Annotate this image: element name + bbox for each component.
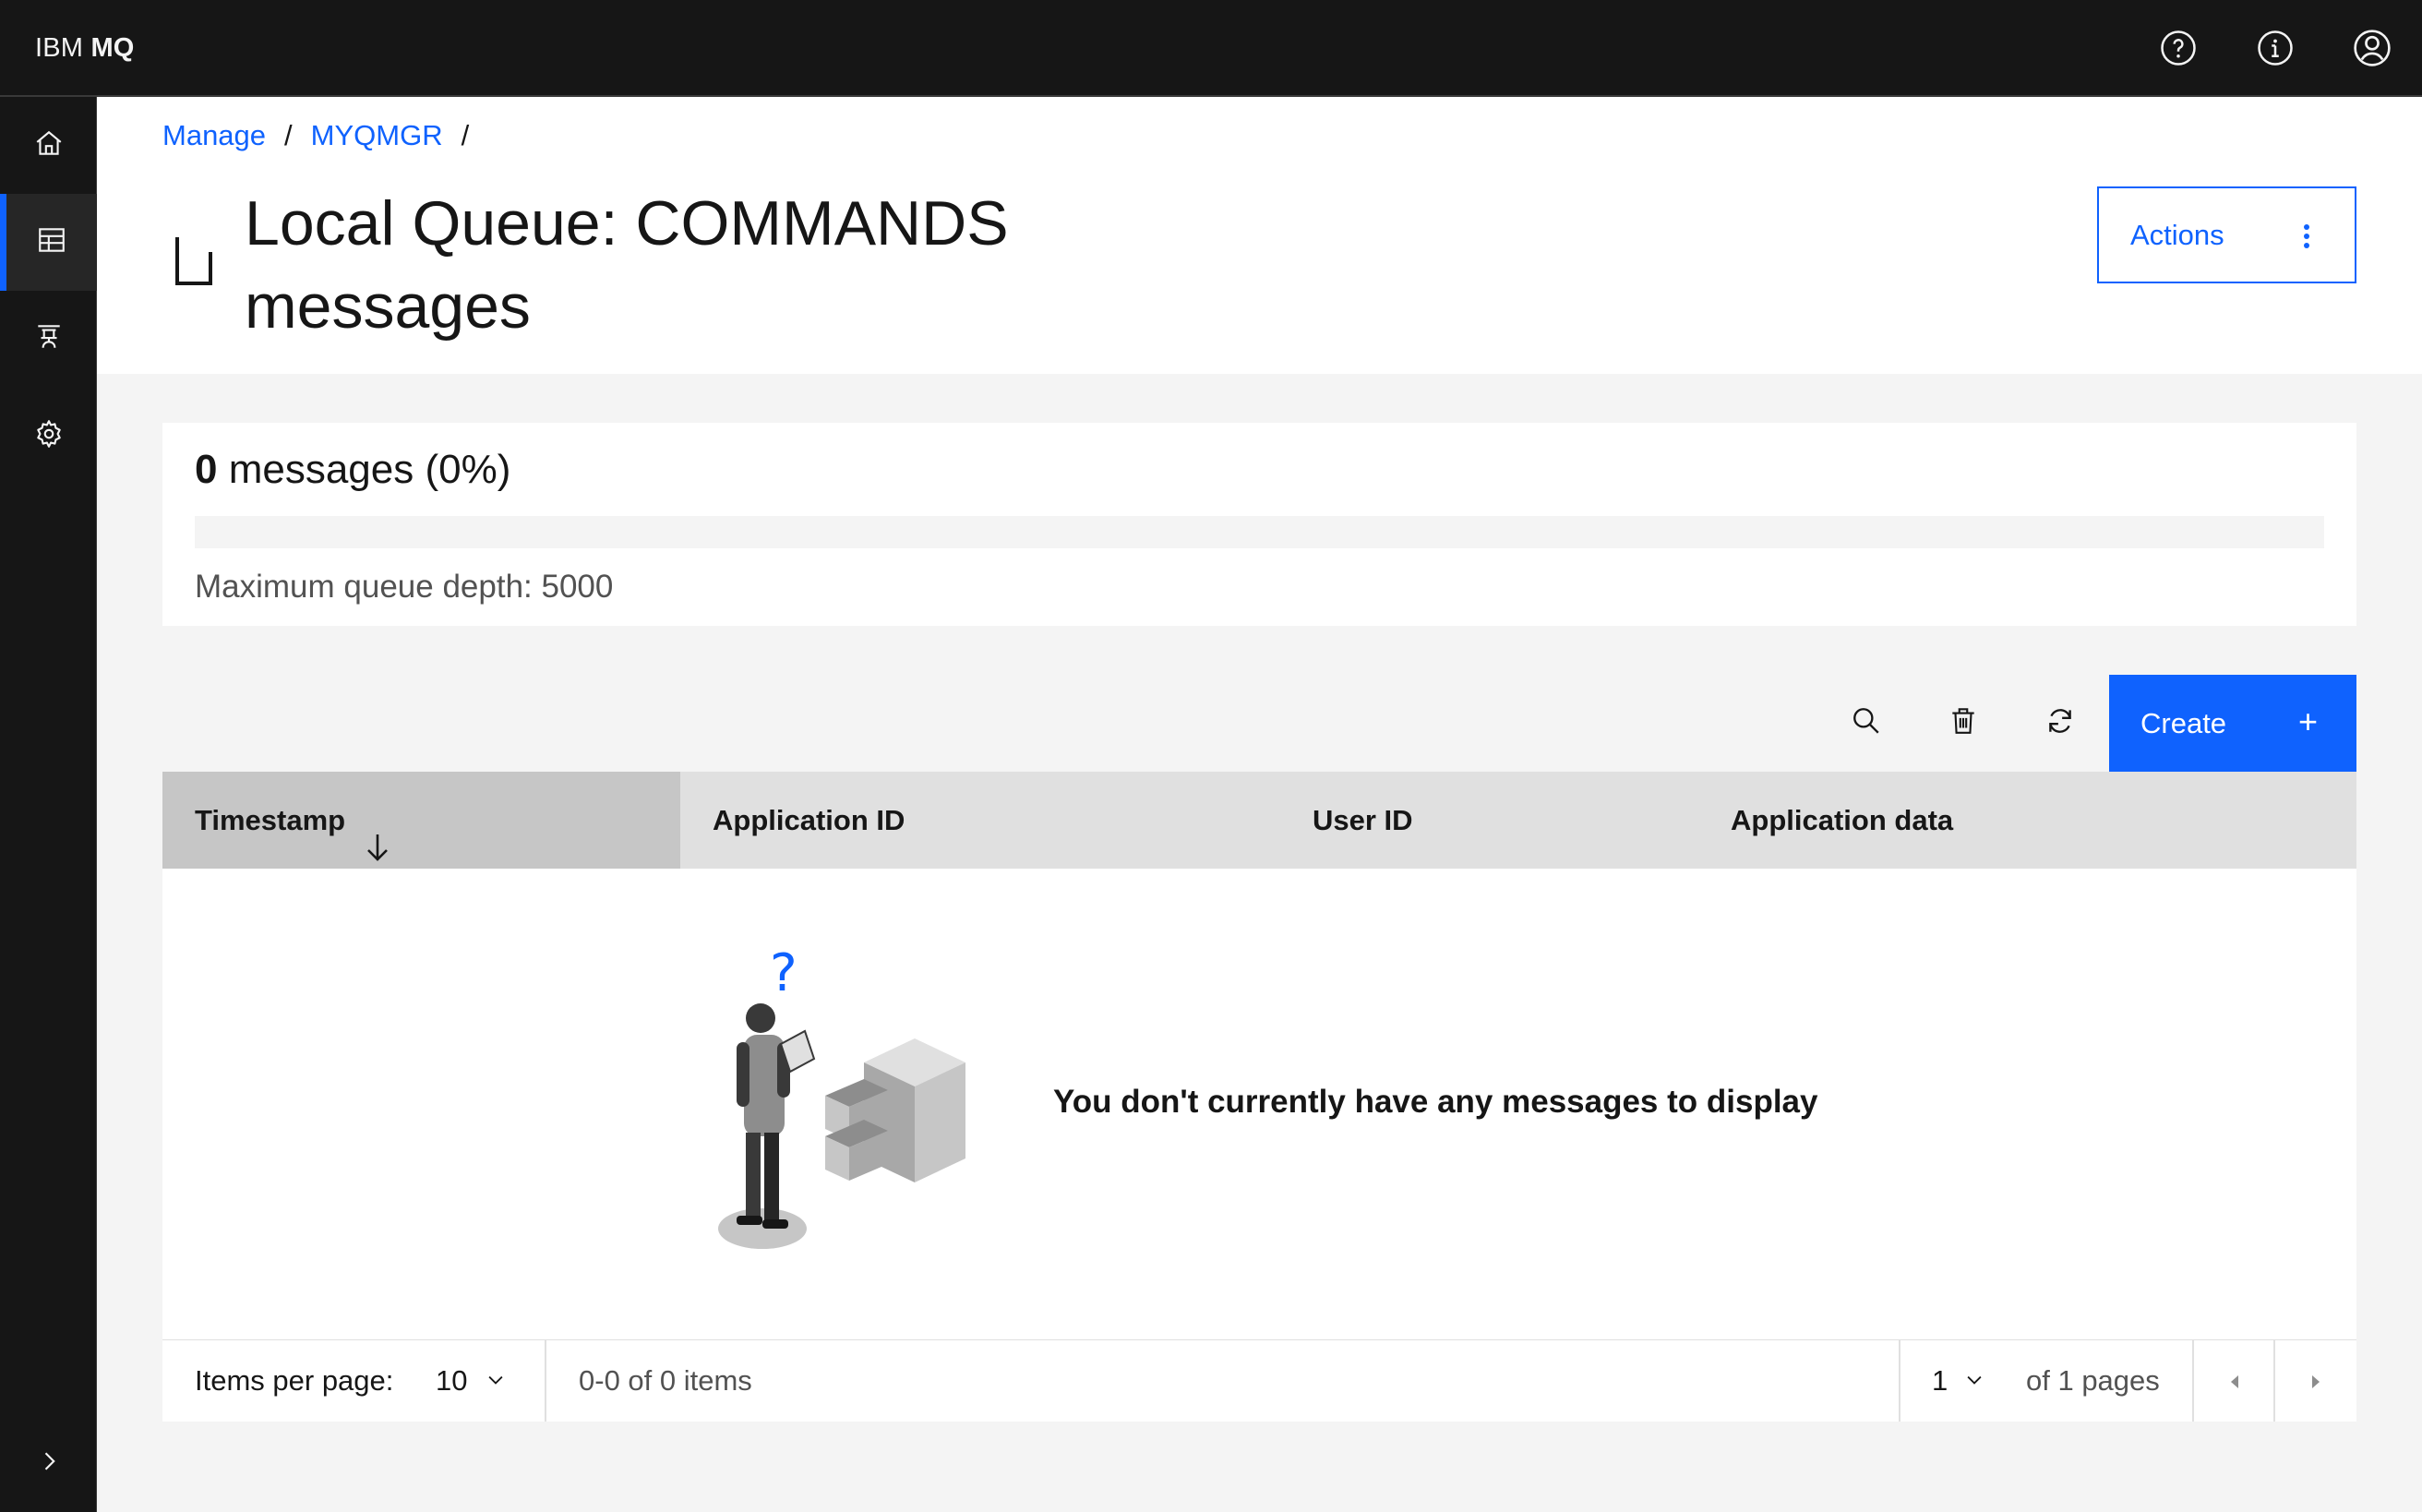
message-count-suffix: messages (0%) bbox=[217, 447, 511, 492]
caret-left-icon bbox=[2227, 1364, 2242, 1398]
column-label: Application ID bbox=[713, 804, 905, 836]
table-icon bbox=[36, 224, 67, 260]
trash-icon bbox=[1948, 705, 1979, 741]
queue-depth-card: 0 messages (0%) Maximum queue depth: 500… bbox=[162, 423, 2356, 626]
overflow-menu-icon bbox=[2303, 223, 2310, 257]
rail-item-settings[interactable] bbox=[0, 388, 97, 485]
create-button[interactable]: Create + bbox=[2109, 675, 2356, 772]
message-count: 0 messages (0%) bbox=[195, 447, 510, 493]
message-count-value: 0 bbox=[195, 447, 218, 492]
gear-icon bbox=[33, 418, 65, 454]
empty-state: ? You don't currently have any messages … bbox=[162, 869, 2356, 1340]
column-label: User ID bbox=[1313, 804, 1413, 836]
max-queue-depth: Maximum queue depth: 5000 bbox=[195, 569, 614, 605]
app-brand[interactable]: IBM MQ bbox=[35, 0, 135, 97]
delete-button[interactable] bbox=[1914, 675, 2011, 772]
column-header-application-data[interactable]: Application data bbox=[1698, 772, 2356, 869]
user-avatar-icon[interactable] bbox=[2348, 24, 2396, 72]
page-title: Local Queue: COMMANDS messages bbox=[245, 188, 1009, 342]
items-range: 0-0 of 0 items bbox=[579, 1364, 752, 1397]
brand-product: MQ bbox=[90, 33, 135, 63]
breadcrumb-separator: / bbox=[284, 119, 293, 151]
top-header: IBM MQ bbox=[0, 0, 2422, 97]
column-header-application-id[interactable]: Application ID bbox=[680, 772, 1280, 869]
page-select[interactable]: 1 bbox=[1932, 1340, 1984, 1422]
next-page-button[interactable] bbox=[2275, 1340, 2356, 1422]
divider bbox=[545, 1340, 546, 1422]
table-header: Timestamp Application ID User ID Applica… bbox=[162, 772, 2356, 869]
chevron-down-icon bbox=[1964, 1364, 1984, 1398]
rail-expand-button[interactable] bbox=[0, 1415, 97, 1512]
column-label: Timestamp bbox=[195, 804, 346, 836]
caret-right-icon bbox=[2308, 1364, 2323, 1398]
search-button[interactable] bbox=[1817, 675, 1914, 772]
refresh-button[interactable] bbox=[2011, 675, 2108, 772]
column-header-timestamp[interactable]: Timestamp bbox=[162, 772, 680, 869]
items-per-page-select[interactable]: 10 bbox=[436, 1340, 506, 1422]
queue-depth-bar bbox=[195, 516, 2324, 548]
chevron-down-icon bbox=[486, 1340, 506, 1422]
network-icon bbox=[33, 321, 65, 357]
refresh-icon bbox=[2044, 705, 2076, 741]
rail-item-topology[interactable] bbox=[0, 291, 97, 388]
chevron-right-icon bbox=[36, 1448, 62, 1479]
breadcrumb-separator: / bbox=[461, 119, 470, 151]
breadcrumb: Manage / MYQMGR / bbox=[162, 119, 487, 152]
plus-icon: + bbox=[2297, 702, 2318, 740]
local-queue-icon bbox=[166, 226, 222, 291]
divider bbox=[1899, 1340, 1900, 1422]
breadcrumb-myqmgr[interactable]: MYQMGR bbox=[311, 119, 443, 152]
rail-item-home[interactable] bbox=[0, 97, 97, 194]
actions-button[interactable]: Actions bbox=[2097, 186, 2356, 283]
empty-state-message: You don't currently have any messages to… bbox=[1053, 1084, 1818, 1120]
breadcrumb-manage[interactable]: Manage bbox=[162, 119, 266, 152]
column-label: Application data bbox=[1731, 804, 1954, 836]
total-pages: of 1 pages bbox=[2026, 1364, 2160, 1397]
info-icon[interactable] bbox=[2251, 24, 2299, 72]
home-icon bbox=[33, 127, 65, 163]
page-value: 1 bbox=[1932, 1364, 1948, 1397]
pagination: Items per page: 10 0-0 of 0 items 1 of 1… bbox=[162, 1340, 2356, 1422]
items-per-page-value: 10 bbox=[436, 1364, 468, 1397]
previous-page-button[interactable] bbox=[2194, 1340, 2275, 1422]
rail-item-manage[interactable] bbox=[0, 194, 97, 291]
page-header: Manage / MYQMGR / Local Queue: COMMANDS … bbox=[97, 97, 2422, 374]
search-icon bbox=[1851, 705, 1882, 741]
brand-prefix: IBM bbox=[35, 33, 84, 63]
items-per-page-label: Items per page: bbox=[195, 1364, 394, 1397]
create-label: Create bbox=[2140, 706, 2227, 739]
side-rail bbox=[0, 97, 97, 1512]
column-header-user-id[interactable]: User ID bbox=[1280, 772, 1698, 869]
svg-text:?: ? bbox=[770, 943, 797, 1003]
help-icon[interactable] bbox=[2154, 24, 2202, 72]
actions-label: Actions bbox=[2130, 218, 2224, 251]
empty-state-illustration: ? bbox=[716, 942, 984, 1256]
